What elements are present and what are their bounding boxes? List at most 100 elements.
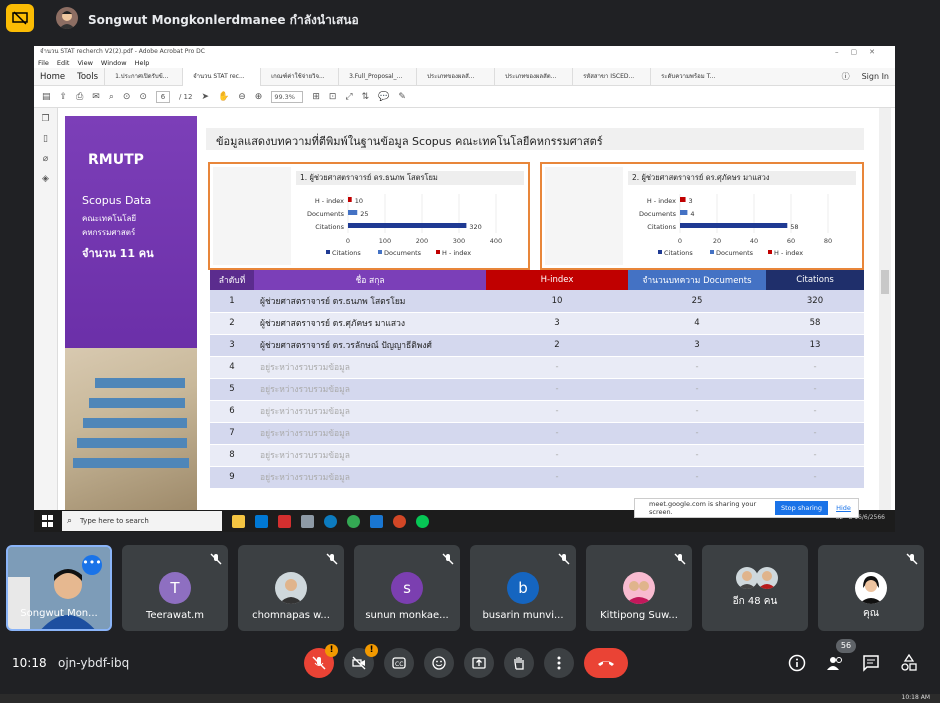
participant-tile[interactable]: b busarin munvi... <box>470 545 576 631</box>
taskbar-search-box[interactable]: ⌕ Type here to search <box>62 511 222 531</box>
scroll-thumb[interactable] <box>881 270 889 294</box>
meeting-details-icon[interactable] <box>788 654 806 672</box>
zoom-level-select[interactable]: 99.3% <box>271 90 304 103</box>
file-explorer-icon[interactable] <box>232 514 245 528</box>
select-cursor-icon[interactable]: ➤ <box>201 92 209 102</box>
leave-call-button[interactable] <box>584 648 628 678</box>
data-label: 4 <box>690 210 694 218</box>
menu-file[interactable]: File <box>38 58 49 68</box>
meeting-code[interactable]: ojn-ybdf-ibq <box>58 656 129 670</box>
cell-order: 1 <box>210 290 254 313</box>
doc-tab[interactable]: รหัสสาขา ISCED... <box>572 67 650 86</box>
cell-citations: - <box>766 444 864 467</box>
prev-page-icon[interactable]: ⊙ <box>123 92 131 102</box>
doc-tab[interactable]: 1.ประกาศเปิดรับข้... <box>104 67 182 86</box>
sign-in-link[interactable]: Sign In <box>862 72 889 81</box>
windows-start-icon[interactable] <box>42 515 54 527</box>
mail-icon[interactable] <box>370 514 383 528</box>
participant-tile-self[interactable]: ••• Songwut Mon... <box>6 545 112 631</box>
highlight-pen-icon[interactable]: ✎ <box>398 92 406 102</box>
table-row: 1 ผู้ช่วยศาสตราจารย์ ดร.ธนภพ โสตรโยม 10 25 3… <box>210 290 864 313</box>
save-icon[interactable]: ▤ <box>42 92 51 102</box>
side-title: Scopus Data <box>82 194 152 207</box>
upload-icon[interactable]: ⇪ <box>60 92 68 102</box>
zoom-in-icon[interactable]: ⊕ <box>255 92 263 102</box>
cell-order: 4 <box>210 356 254 379</box>
captions-button[interactable]: CC <box>384 648 414 678</box>
captions-icon: CC <box>392 657 406 669</box>
participant-tile-others[interactable]: อีก 48 คน <box>702 545 808 631</box>
doc-tab[interactable]: 3.Full_Proposal_... <box>338 67 416 86</box>
participant-tile[interactable]: s sunun monkae... <box>354 545 460 631</box>
bookmark-icon[interactable]: ▯ <box>39 134 53 146</box>
print-icon[interactable]: ⎙ <box>76 92 83 102</box>
full-screen-icon[interactable]: ⤢ <box>345 92 352 102</box>
camera-toggle-button[interactable]: ! <box>344 644 378 678</box>
settings-icon[interactable] <box>301 514 314 528</box>
side-faculty-line2: คหกรรมศาสตร์ <box>82 228 136 237</box>
fit-page-icon[interactable]: ⊞ <box>312 92 320 102</box>
tick-label: 0 <box>678 237 682 245</box>
menu-view[interactable]: View <box>77 58 92 68</box>
participant-name: อีก 48 คน <box>732 596 778 607</box>
home-tab[interactable]: Home <box>34 72 71 82</box>
participant-tile-you[interactable]: คุณ <box>818 545 924 631</box>
attachment-icon[interactable]: ⌀ <box>39 154 53 166</box>
scrolling-icon[interactable]: ⇅ <box>362 92 370 102</box>
menu-help[interactable]: Help <box>135 58 150 68</box>
powerpoint-icon[interactable] <box>393 514 406 528</box>
cell-name: ผู้ช่วยศาสตราจารย์ ดร.ศุภัคษร มาแสวง <box>254 312 486 335</box>
doc-tab[interactable]: ประเภทของผลสัต... <box>494 67 572 86</box>
chrome-icon[interactable] <box>347 514 360 528</box>
stop-sharing-button[interactable]: Stop sharing <box>775 501 829 515</box>
comment-icon[interactable]: 💬 <box>378 92 389 102</box>
reactions-button[interactable] <box>424 648 454 678</box>
hide-banner-link[interactable]: Hide <box>836 504 851 512</box>
help-icon[interactable]: ⓘ <box>842 71 850 82</box>
doc-tab[interactable]: เกณฑ์ค่าใช้จ่ายวิจ... <box>260 67 338 86</box>
zoom-out-icon[interactable]: ⊖ <box>238 92 246 102</box>
edge-icon[interactable] <box>324 514 337 528</box>
chat-icon[interactable] <box>862 654 880 672</box>
pdf-scrollbar[interactable] <box>879 108 891 510</box>
presenting-badge[interactable] <box>6 4 34 32</box>
next-page-icon[interactable]: ⊙ <box>139 92 147 102</box>
raise-hand-button[interactable] <box>504 648 534 678</box>
window-controls[interactable]: –▢✕ <box>835 46 887 58</box>
menu-edit[interactable]: Edit <box>57 58 70 68</box>
more-options-button[interactable] <box>544 648 574 678</box>
pages-icon[interactable]: ❐ <box>39 114 53 126</box>
doc-tab[interactable]: ประเภทของผลสั... <box>416 67 494 86</box>
line-icon[interactable] <box>416 514 429 528</box>
legend-swatch <box>378 250 382 254</box>
store-icon[interactable] <box>255 514 268 528</box>
page-number-input[interactable]: 6 <box>155 90 170 103</box>
legend-label: Documents <box>716 249 754 257</box>
data-label: 58 <box>790 223 798 231</box>
tools-tab[interactable]: Tools <box>71 72 104 82</box>
participant-tile[interactable]: chomnapas w... <box>238 545 344 631</box>
doc-tab-active[interactable]: จำนวน STAT rec... <box>182 67 261 86</box>
participant-tile[interactable]: Kittipong Suw... <box>586 545 692 631</box>
mic-off-icon <box>326 553 338 565</box>
doc-tab[interactable]: ระดับความพร้อม T... <box>650 67 728 86</box>
more-options-icon[interactable]: ••• <box>82 555 102 575</box>
acrobat-icon[interactable] <box>278 514 291 528</box>
hand-tool-icon[interactable]: ✋ <box>218 92 229 102</box>
data-label: 10 <box>355 197 363 205</box>
search-icon[interactable]: ⌕ <box>109 92 114 102</box>
fit-width-icon[interactable]: ⊡ <box>329 92 337 102</box>
cell-documents: 4 <box>628 312 766 335</box>
category-label: Citations <box>647 223 676 231</box>
mic-toggle-button[interactable]: ! <box>304 644 338 678</box>
tick-label: 60 <box>787 237 795 245</box>
present-now-button[interactable] <box>464 648 494 678</box>
participant-name: chomnapas w... <box>252 610 330 621</box>
participant-tile[interactable]: T Teerawat.m <box>122 545 228 631</box>
layers-icon[interactable]: ◈ <box>39 174 53 186</box>
people-icon[interactable] <box>826 654 844 672</box>
acrobat-title-bar: จำนวน STAT recherch V2(2).pdf - Adobe Ac… <box>34 46 895 58</box>
email-icon[interactable]: ✉ <box>92 92 100 102</box>
menu-window[interactable]: Window <box>101 58 127 68</box>
activities-icon[interactable] <box>900 654 918 672</box>
